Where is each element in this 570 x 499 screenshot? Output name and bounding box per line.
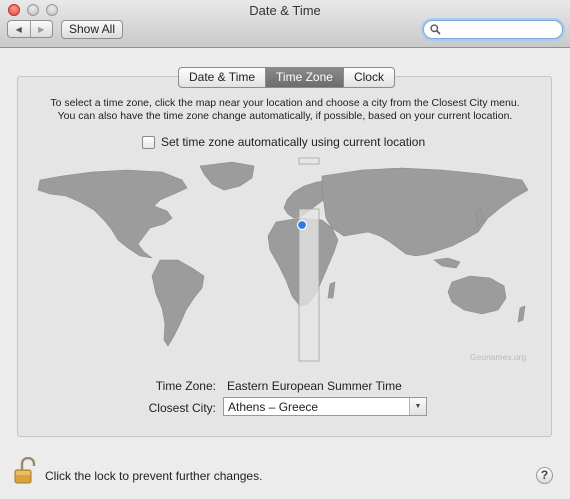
chevron-right-icon: ▶ — [38, 24, 45, 34]
madagascar — [327, 281, 336, 299]
search-icon — [430, 24, 441, 35]
closest-city-select[interactable]: Athens – Greece ▼ — [223, 397, 427, 416]
new-zealand — [517, 305, 526, 323]
tab-clock[interactable]: Clock — [344, 68, 394, 87]
instructions: To select a time zone, click the map nea… — [0, 97, 570, 123]
tab-time-zone[interactable]: Time Zone — [266, 68, 344, 87]
dropdown-arrow-icon[interactable]: ▼ — [409, 398, 426, 415]
time-zone-map[interactable] — [32, 156, 532, 362]
back-forward-group: ◀ ▶ — [7, 20, 53, 38]
tab-date-time[interactable]: Date & Time — [179, 68, 267, 87]
back-button[interactable]: ◀ — [8, 21, 30, 37]
closest-city-value: Athens – Greece — [228, 400, 319, 414]
map-credit: Geonames.org — [470, 352, 527, 362]
asia — [321, 167, 529, 257]
time-zone-value: Eastern European Summer Time — [227, 379, 402, 393]
time-zone-label: Time Zone: — [155, 379, 216, 393]
show-all-button[interactable]: Show All — [61, 20, 123, 39]
auto-timezone-label: Set time zone automatically using curren… — [161, 135, 426, 149]
auto-timezone-checkbox[interactable] — [142, 135, 155, 149]
greenland — [199, 161, 255, 191]
south-america — [151, 259, 205, 347]
auto-timezone-option[interactable]: Set time zone automatically using curren… — [142, 135, 425, 149]
lock-icon[interactable] — [14, 457, 36, 485]
forward-button[interactable]: ▶ — [29, 21, 53, 37]
tab-bar: Date & Time Time Zone Clock — [178, 67, 395, 88]
search-input[interactable] — [443, 22, 555, 37]
window-title: Date & Time — [249, 3, 321, 18]
titlebar: Date & Time ◀ ▶ Show All — [0, 0, 570, 48]
australia — [447, 275, 507, 315]
help-button[interactable]: ? — [536, 467, 553, 484]
timezone-band-top-marker — [298, 157, 320, 165]
instruction-line-1: To select a time zone, click the map nea… — [50, 97, 520, 109]
lock-text: Click the lock to prevent further change… — [45, 469, 263, 483]
indonesia — [433, 257, 461, 269]
selected-timezone-band — [298, 208, 320, 362]
north-america — [37, 169, 188, 259]
window: Date & Time ◀ ▶ Show All Date & Time Tim… — [0, 0, 570, 499]
location-pin-icon — [296, 219, 308, 231]
search-field[interactable] — [423, 20, 563, 39]
chevron-left-icon: ◀ — [15, 24, 22, 34]
instruction-line-2: You can also have the time zone change a… — [57, 110, 513, 122]
closest-city-label: Closest City: — [148, 401, 216, 415]
